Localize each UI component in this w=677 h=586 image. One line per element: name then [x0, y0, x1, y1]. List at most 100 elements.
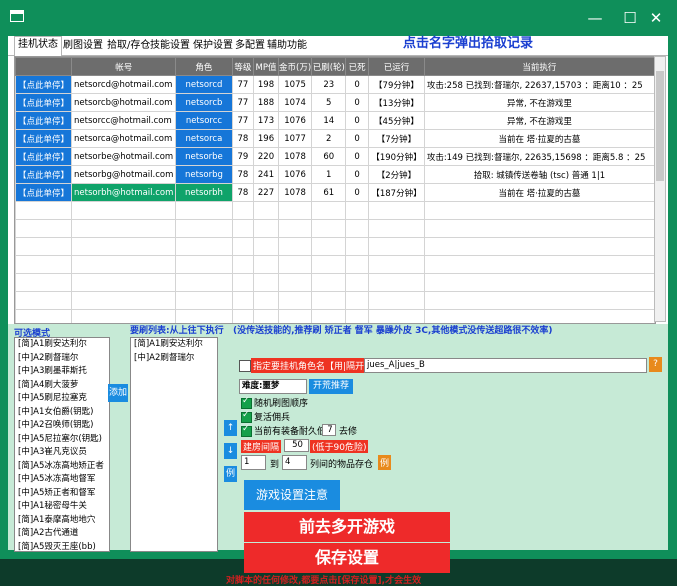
list-item[interactable]: [中]A2刷督瑞尔: [131, 352, 217, 366]
interval-input[interactable]: 50: [284, 439, 309, 452]
empty-row: [15, 291, 655, 310]
list-item[interactable]: [简]A4刷大菠萝: [15, 379, 109, 393]
table-cell[interactable]: netsorcb: [175, 93, 233, 112]
list-item[interactable]: [简]A5毁灭王座(bb): [15, 541, 109, 552]
repair-checkbox[interactable]: [241, 424, 252, 437]
table-scrollbar[interactable]: [654, 56, 666, 322]
table-cell[interactable]: netsorca: [175, 129, 233, 148]
empty-cell: [175, 219, 233, 238]
stop-single-button[interactable]: 【点此单停】: [15, 129, 73, 148]
list-item[interactable]: [中]A2召唤师(钥匙): [15, 419, 109, 433]
table-cell[interactable]: netsorbe: [175, 147, 233, 166]
list-item[interactable]: [中]A5尼拉塞尔(钥匙): [15, 433, 109, 447]
list-item[interactable]: [中]A3刷墨菲斯托: [15, 365, 109, 379]
table-cell: 1076: [277, 111, 313, 130]
move-down-button[interactable]: ↓: [224, 443, 237, 459]
tab-pickup[interactable]: 拾取/存仓: [104, 38, 153, 54]
stop-single-button[interactable]: 【点此单停】: [15, 183, 73, 202]
recommend-button[interactable]: 开荒推荐: [309, 379, 353, 394]
empty-cell: [311, 219, 347, 238]
table-cell: 【79分钟】: [368, 75, 425, 94]
notes-button[interactable]: 游戏设置注意: [244, 480, 340, 510]
list-item[interactable]: [简]A1泰摩高地地穴: [15, 514, 109, 528]
table-cell: netsorbe@hotmail.com: [71, 147, 177, 166]
table-row[interactable]: 【点此单停】 netsorbh@hotmail.com netsorbh 78 227 1…: [15, 183, 655, 202]
table-cell: 1076: [277, 165, 313, 184]
role-checkbox[interactable]: [239, 360, 251, 372]
table-header: 帐号 角色 等级 MP值 金币(万) 已刷(轮) 已死 已运行 当前执行: [15, 57, 655, 76]
move-up-button[interactable]: ↑: [224, 420, 237, 436]
table-cell: 1077: [277, 129, 313, 148]
table-row[interactable]: 【点此单停】 netsorcd@hotmail.com netsorcd 77 198 1…: [15, 75, 655, 94]
table-cell[interactable]: netsorcd: [175, 75, 233, 94]
app-icon: [10, 10, 24, 22]
table-cell: netsorcc@hotmail.com: [71, 111, 177, 130]
stop-single-button[interactable]: 【点此单停】: [15, 75, 73, 94]
stop-single-button[interactable]: 【点此单停】: [15, 93, 73, 112]
random-order-checkbox[interactable]: [241, 396, 252, 409]
empty-cell: [15, 219, 73, 238]
list-item[interactable]: [中]A5刷尼拉塞克: [15, 392, 109, 406]
tab-status[interactable]: 挂机状态: [14, 36, 62, 56]
close-button[interactable]: ✕: [641, 6, 671, 30]
empty-cell: [345, 273, 370, 292]
list-item[interactable]: [中]A1秘密母牛关: [15, 500, 109, 514]
difficulty-select[interactable]: 难度:噩梦: [239, 379, 307, 394]
list-item[interactable]: [中]A2刷督瑞尔: [15, 352, 109, 366]
tab-map[interactable]: 刷图设置: [60, 38, 106, 54]
table-cell: 0: [345, 75, 370, 94]
table-cell[interactable]: netsorcc: [175, 111, 233, 130]
stop-single-button[interactable]: 【点此单停】: [15, 147, 73, 166]
example-button-2[interactable]: 例: [224, 466, 237, 482]
column-header: MP值: [253, 57, 279, 76]
table-cell[interactable]: netsorbg: [175, 165, 233, 184]
empty-cell: [423, 291, 655, 310]
minimize-button[interactable]: —: [580, 6, 610, 30]
tab-aux[interactable]: 辅助功能: [264, 38, 310, 54]
list-item[interactable]: [简]A5冰冻高地矫正者: [15, 460, 109, 474]
table-row[interactable]: 【点此单停】 netsorcb@hotmail.com netsorcb 77 188 1…: [15, 93, 655, 112]
list-item[interactable]: [简]A2古代通道: [15, 527, 109, 541]
from-select[interactable]: 1: [241, 455, 266, 470]
repair-input[interactable]: 7: [322, 424, 336, 436]
list-item[interactable]: [中]A1女伯爵(钥匙): [15, 406, 109, 420]
stop-single-button[interactable]: 【点此单停】: [15, 111, 73, 130]
column-header: 已刷(轮): [311, 57, 347, 76]
tab-skills[interactable]: 技能设置: [147, 38, 193, 54]
table-cell[interactable]: netsorbh: [175, 183, 233, 202]
go-multi-button[interactable]: 前去多开游戏: [244, 512, 450, 542]
brush-list[interactable]: [简]A1刷安达利尔 [中]A2刷督瑞尔: [130, 337, 218, 552]
list-item[interactable]: [中]A5冰冻高地督军: [15, 473, 109, 487]
list-item[interactable]: [简]A1刷安达利尔: [15, 338, 109, 352]
role-input[interactable]: jues_A|jues_B: [364, 358, 647, 373]
empty-cell: [71, 255, 177, 274]
empty-cell: [231, 255, 255, 274]
table-cell: 1078: [277, 183, 313, 202]
to-select[interactable]: 4: [282, 455, 307, 470]
table-cell: 攻击:258 已找到:督瑞尔, 22637,15703 ：距离10 ：25: [423, 75, 655, 94]
table-cell: 1075: [277, 75, 313, 94]
example-button[interactable]: 例: [378, 455, 392, 470]
save-button[interactable]: 保存设置: [244, 543, 450, 573]
list-item[interactable]: [中]A5矫正者和督军: [15, 487, 109, 501]
empty-cell: [231, 309, 255, 323]
table-row[interactable]: 【点此单停】 netsorcc@hotmail.com netsorcc 77 173 1…: [15, 111, 655, 130]
list-item[interactable]: [简]A1刷安达利尔: [131, 338, 217, 352]
table-row[interactable]: 【点此单停】 netsorbg@hotmail.com netsorbg 78 241 1…: [15, 165, 655, 184]
list-item[interactable]: [中]A3崔凡克议员: [15, 446, 109, 460]
revive-merc-checkbox[interactable]: [241, 410, 252, 423]
optional-list[interactable]: [简]A1刷安达利尔 [中]A2刷督瑞尔 [中]A3刷墨菲斯托 [简]A4刷大菠萝 [中…: [14, 337, 110, 552]
table-row[interactable]: 【点此单停】 netsorbe@hotmail.com netsorbe 79 220 1…: [15, 147, 655, 166]
table-row[interactable]: 【点此单停】 netsorca@hotmail.com netsorca 78 196 1…: [15, 129, 655, 148]
empty-cell: [175, 255, 233, 274]
tab-protect[interactable]: 保护设置: [190, 38, 236, 54]
add-button[interactable]: 添加: [108, 384, 128, 402]
empty-cell: [345, 201, 370, 220]
table-cell: netsorcb@hotmail.com: [71, 93, 177, 112]
stop-single-button[interactable]: 【点此单停】: [15, 165, 73, 184]
empty-row: [15, 201, 655, 220]
help-button[interactable]: ?: [649, 357, 662, 372]
tab-multi-config[interactable]: 多配置: [232, 38, 268, 54]
scroll-thumb[interactable]: [656, 71, 664, 181]
empty-cell: [71, 201, 177, 220]
